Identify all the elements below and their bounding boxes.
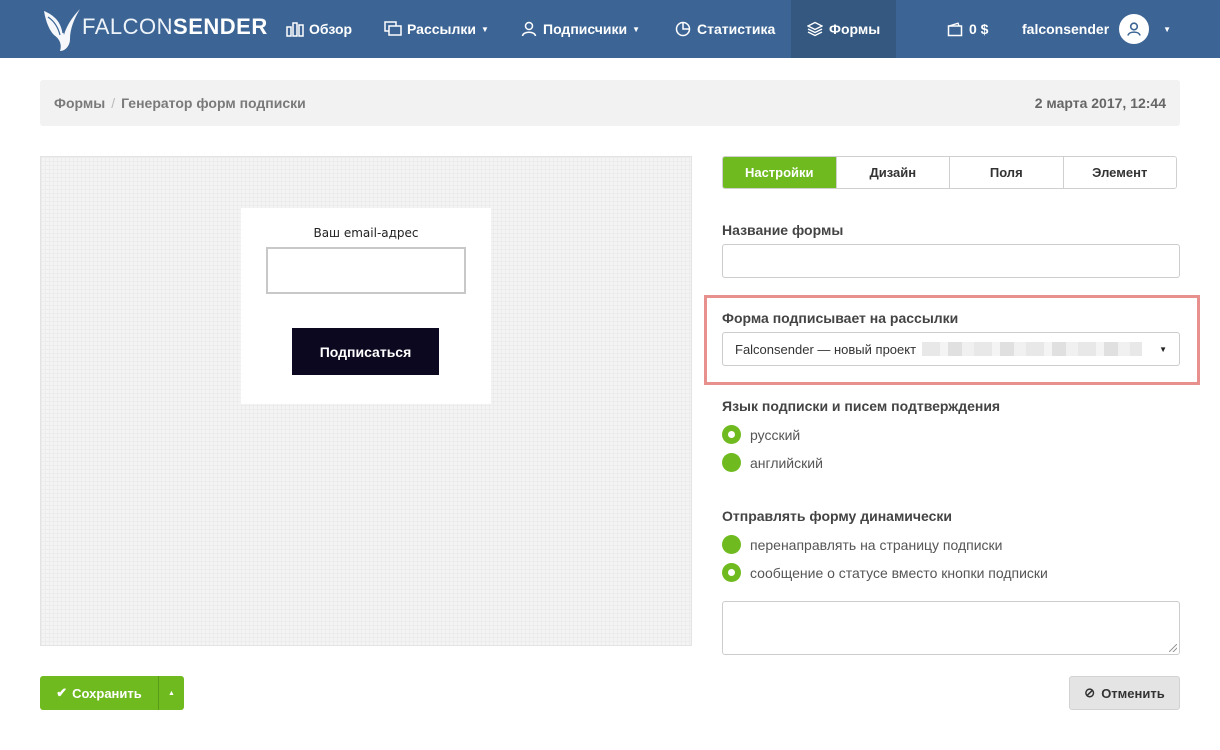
radio-redirect-label: перенаправлять на страницу подписки (750, 536, 1003, 553)
check-icon: ✔ (56, 685, 68, 700)
form-name-label: Название формы (722, 222, 844, 238)
mailings-icon (384, 20, 402, 38)
radio-english[interactable]: английский (722, 453, 823, 472)
language-label: Язык подписки и писем подтверждения (722, 398, 1001, 414)
chevron-down-icon: ▼ (1163, 24, 1172, 34)
brand-name: FALCONSENDER (82, 14, 268, 39)
save-button-group: ✔ Сохранить ▲ (40, 676, 184, 710)
ban-icon: ⊘ (1084, 685, 1096, 700)
radio-unchecked-icon (722, 535, 741, 554)
brand-logo[interactable]: FALCONSENDER (40, 4, 268, 54)
nav-subscribers[interactable]: Подписчики ▼ (520, 0, 640, 58)
breadcrumb-current: Генератор форм подписки (121, 95, 306, 111)
radio-status-message[interactable]: сообщение о статусе вместо кнопки подпис… (722, 563, 1048, 582)
chevron-up-icon: ▲ (168, 689, 175, 697)
nav-overview-label: Обзор (309, 21, 353, 37)
username: falconsender (1022, 21, 1110, 37)
preview-email-label: Ваш email-адрес (313, 226, 419, 240)
nav-mailings[interactable]: Рассылки ▼ (384, 0, 489, 58)
preview-email-input[interactable] (266, 247, 466, 294)
radio-russian[interactable]: русский (722, 425, 800, 444)
wallet-icon (946, 20, 964, 38)
preview-subscribe-button[interactable]: Подписаться (292, 328, 439, 375)
tab-settings[interactable]: Настройки (723, 157, 836, 188)
status-message-textarea[interactable] (722, 601, 1180, 655)
user-icon (520, 20, 538, 38)
redacted-text (922, 342, 1143, 356)
tab-fields[interactable]: Поля (949, 157, 1063, 188)
balance-value: 0 $ (969, 21, 989, 37)
pie-chart-icon (674, 20, 692, 38)
cancel-button-label: Отменить (1101, 685, 1165, 701)
nav-statistics-label: Статистика (697, 21, 776, 37)
page-datetime: 2 марта 2017, 12:44 (1034, 95, 1166, 111)
avatar-user-icon (1124, 19, 1144, 39)
radio-english-label: английский (750, 454, 823, 471)
tab-element[interactable]: Элемент (1062, 157, 1176, 188)
chevron-down-icon: ▼ (632, 24, 641, 34)
nav-subscribers-label: Подписчики (543, 21, 628, 37)
breadcrumb-forms-link[interactable]: Формы (54, 95, 105, 111)
radio-status-message-label: сообщение о статусе вместо кнопки подпис… (750, 564, 1048, 581)
save-button-label: Сохранить (72, 685, 142, 701)
nav-forms[interactable]: Формы (791, 0, 896, 58)
nav-overview[interactable]: Обзор (286, 0, 352, 58)
dynamic-submit-label: Отправлять форму динамически (722, 508, 953, 524)
resize-grip-icon[interactable] (1169, 644, 1177, 652)
tab-design[interactable]: Дизайн (835, 157, 949, 188)
user-menu[interactable]: falconsender ▼ (1022, 0, 1171, 58)
save-dropdown-toggle[interactable]: ▲ (158, 676, 184, 710)
avatar (1119, 14, 1150, 44)
radio-redirect[interactable]: перенаправлять на страницу подписки (722, 535, 1003, 554)
breadcrumb-separator: / (111, 95, 116, 111)
top-navbar: FALCONSENDER Обзор Рассылки ▼ Подписчики… (0, 0, 1220, 58)
nav-mailings-label: Рассылки (407, 21, 476, 37)
cancel-button[interactable]: ⊘ Отменить (1069, 676, 1180, 710)
chevron-down-icon: ▼ (1159, 344, 1167, 354)
nav-statistics[interactable]: Статистика (674, 0, 775, 58)
list-select[interactable]: Falconsender — новый проект ▼ (722, 332, 1180, 366)
form-preview-panel: Ваш email-адрес Подписаться (40, 156, 692, 646)
list-select-value: Falconsender — новый проект (735, 341, 917, 357)
form-name-input[interactable] (722, 244, 1180, 278)
form-preview-card: Ваш email-адрес Подписаться (241, 208, 491, 404)
radio-russian-label: русский (750, 426, 801, 443)
radio-checked-icon (722, 425, 741, 444)
radio-checked-icon (722, 563, 741, 582)
chevron-down-icon: ▼ (480, 24, 489, 34)
nav-balance[interactable]: 0 $ (946, 0, 988, 58)
radio-unchecked-icon (722, 453, 741, 472)
nav-forms-label: Формы (829, 21, 881, 37)
falcon-logo-icon (44, 9, 80, 51)
layers-icon (806, 20, 824, 38)
bar-chart-icon (286, 20, 304, 38)
breadcrumb: Формы / Генератор форм подписки 2 марта … (40, 80, 1180, 126)
settings-tabs: Настройки Дизайн Поля Элемент (722, 156, 1177, 189)
save-button[interactable]: ✔ Сохранить (40, 676, 158, 710)
list-select-label: Форма подписывает на рассылки (722, 310, 959, 326)
